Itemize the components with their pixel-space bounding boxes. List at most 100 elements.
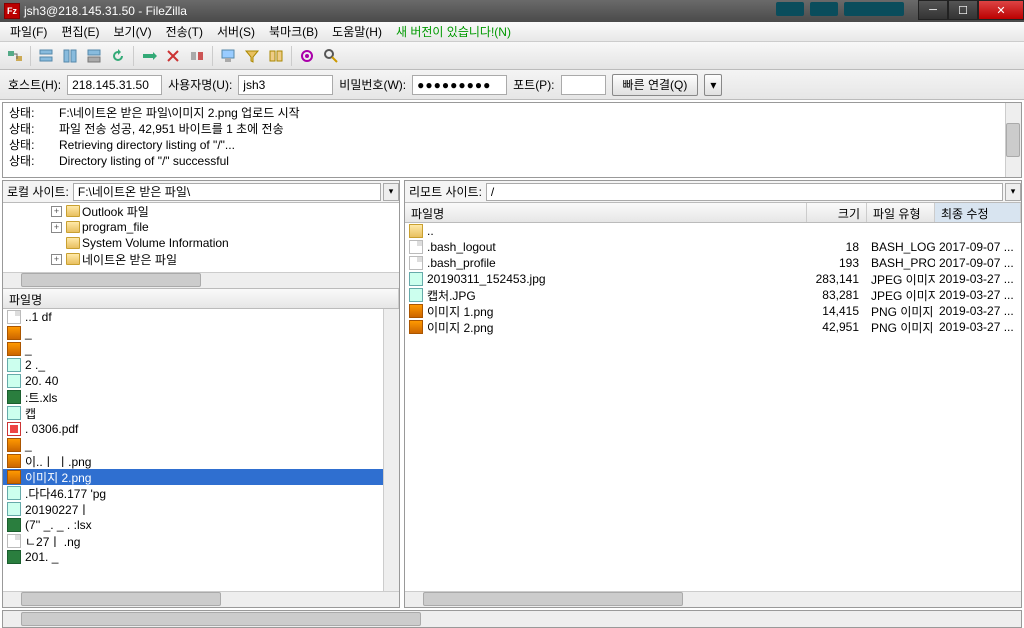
list-item[interactable]: _ (3, 437, 399, 453)
file-name: 이미지 2.png (25, 469, 91, 486)
disconnect-icon[interactable] (186, 45, 208, 67)
list-item[interactable]: ..1 df (3, 309, 399, 325)
refresh-icon[interactable] (107, 45, 129, 67)
tree-item-label: System Volume Information (82, 236, 229, 250)
remote-list-header[interactable]: 파일명 크기 파일 유형 최종 수정 (405, 203, 1021, 223)
list-item[interactable]: _ (3, 341, 399, 357)
quickconnect-dropdown[interactable]: ▾ (704, 74, 722, 96)
list-item[interactable]: 이..ㅣ ㅣ.png (3, 453, 399, 469)
local-path-dropdown[interactable]: ▾ (383, 183, 399, 201)
list-item[interactable]: 2 ._ (3, 357, 399, 373)
list-item[interactable]: .bash_logout18BASH_LOG...2017-09-07 ... (405, 239, 1021, 255)
menu-bookmarks[interactable]: 북마크(B) (263, 21, 324, 42)
local-tree[interactable]: +Outlook 파일+program_fileSystem Volume In… (3, 203, 399, 289)
queue-panel[interactable] (2, 610, 1022, 628)
file-modified: 2019-03-27 ... (935, 320, 1021, 334)
compare-icon[interactable] (265, 45, 287, 67)
list-item[interactable]: .다다46.177 'pg (3, 485, 399, 501)
minimize-button[interactable]: ─ (918, 0, 948, 20)
list-item[interactable]: 20. 40 (3, 373, 399, 389)
list-item[interactable]: 이미지 2.png (3, 469, 399, 485)
maximize-button[interactable]: ☐ (948, 0, 978, 20)
list-item[interactable]: :트.xls (3, 389, 399, 405)
titlebar: Fz jsh3@218.145.31.50 - FileZilla ─ ☐ ✕ (0, 0, 1024, 22)
tree-item[interactable]: System Volume Information (3, 235, 399, 251)
togglequeue-icon[interactable] (83, 45, 105, 67)
log-line: F:\네이트온 받은 파일\이미지 2.png 업로드 시작 (59, 105, 300, 121)
remote-path-input[interactable] (486, 183, 1003, 201)
file-size: 283,141 (807, 272, 867, 286)
col-filename[interactable]: 파일명 (3, 289, 399, 308)
file-name: (7'' _. _ . :lsx (25, 518, 92, 532)
local-path-input[interactable] (73, 183, 381, 201)
file-name: .다다46.177 'pg (25, 485, 106, 502)
up-icon (409, 224, 423, 238)
sitemanager-icon[interactable] (4, 45, 26, 67)
local-list-header[interactable]: 파일명 (3, 289, 399, 309)
file-name: ..1 df (25, 310, 52, 324)
list-item[interactable]: 20190311_152453.jpg283,141JPEG 이미지2019-0… (405, 271, 1021, 287)
search-icon[interactable] (320, 45, 342, 67)
local-tree-hscroll[interactable] (3, 272, 399, 288)
file-size: 42,951 (807, 320, 867, 334)
local-list-vscroll[interactable] (383, 309, 399, 591)
processqueue-icon[interactable] (138, 45, 160, 67)
list-item[interactable]: 이미지 1.png14,415PNG 이미지2019-03-27 ... (405, 303, 1021, 319)
log-line: 파일 전송 성공, 42,951 바이트를 1 초에 전송 (59, 121, 284, 137)
menu-edit[interactable]: 편집(E) (55, 21, 105, 42)
log-panel[interactable]: 상태:F:\네이트온 받은 파일\이미지 2.png 업로드 시작 상태:파일 … (2, 102, 1022, 178)
list-item[interactable]: 이미지 2.png42,951PNG 이미지2019-03-27 ... (405, 319, 1021, 335)
menu-server[interactable]: 서버(S) (211, 21, 261, 42)
menu-view[interactable]: 보기(V) (107, 21, 157, 42)
local-file-list[interactable]: ..1 df__2 ._20. 40 :트.xls캡. 0306.pdf_이..… (3, 309, 399, 607)
tree-item[interactable]: +program_file (3, 219, 399, 235)
close-button[interactable]: ✕ (978, 0, 1024, 20)
quickconnect-bar: 호스트(H): 사용자명(U): 비밀번호(W): 포트(P): 빠른 연결(Q… (0, 70, 1024, 100)
folder-icon (66, 221, 80, 233)
list-item[interactable]: 캡처.JPG83,281JPEG 이미지2019-03-27 ... (405, 287, 1021, 303)
togglelog-icon[interactable] (35, 45, 57, 67)
list-item[interactable]: 20190227ㅣ (3, 501, 399, 517)
col-filename[interactable]: 파일명 (405, 203, 807, 222)
log-scrollbar[interactable] (1005, 103, 1021, 177)
toggletree-icon[interactable] (59, 45, 81, 67)
remote-list-hscroll[interactable] (405, 591, 1021, 607)
list-item[interactable]: 201. _ (3, 549, 399, 565)
list-item[interactable]: (7'' _. _ . :lsx (3, 517, 399, 533)
cancel-icon[interactable] (162, 45, 184, 67)
tree-item[interactable]: +네이트온 받은 파일 (3, 251, 399, 267)
menu-update[interactable]: 새 버전이 있습니다!(N) (390, 21, 517, 42)
img-icon (7, 454, 21, 468)
user-input[interactable] (238, 75, 333, 95)
host-input[interactable] (67, 75, 162, 95)
reconnect-icon[interactable] (217, 45, 239, 67)
local-list-hscroll[interactable] (3, 591, 399, 607)
col-size[interactable]: 크기 (807, 203, 867, 222)
menu-help[interactable]: 도움말(H) (326, 21, 388, 42)
tree-item[interactable]: +Outlook 파일 (3, 203, 399, 219)
sync-icon[interactable] (296, 45, 318, 67)
port-input[interactable] (561, 75, 606, 95)
jpg-icon (409, 288, 423, 302)
pass-input[interactable] (412, 75, 507, 95)
file-modified: 2019-03-27 ... (935, 304, 1021, 318)
quickconnect-button[interactable]: 빠른 연결(Q) (612, 74, 699, 96)
file-name: 이미지 2.png (427, 319, 493, 336)
remote-file-list[interactable]: ...bash_logout18BASH_LOG...2017-09-07 ..… (405, 223, 1021, 607)
col-type[interactable]: 파일 유형 (867, 203, 935, 222)
filter-icon[interactable] (241, 45, 263, 67)
menu-file[interactable]: 파일(F) (4, 21, 53, 42)
list-item[interactable]: . 0306.pdf (3, 421, 399, 437)
list-item[interactable]: 캡 (3, 405, 399, 421)
file-name: .. (427, 224, 434, 238)
list-item[interactable]: .. (405, 223, 1021, 239)
remote-path-dropdown[interactable]: ▾ (1005, 183, 1021, 201)
xls-icon (7, 518, 21, 532)
window-title: jsh3@218.145.31.50 - FileZilla (24, 4, 187, 18)
list-item[interactable]: ㄴ27ㅣ .ng (3, 533, 399, 549)
col-modified[interactable]: 최종 수정 (935, 203, 1021, 222)
menu-transfer[interactable]: 전송(T) (160, 21, 209, 42)
list-item[interactable]: .bash_profile193BASH_PRO...2017-09-07 ..… (405, 255, 1021, 271)
list-item[interactable]: _ (3, 325, 399, 341)
menubar: 파일(F) 편집(E) 보기(V) 전송(T) 서버(S) 북마크(B) 도움말… (0, 22, 1024, 42)
